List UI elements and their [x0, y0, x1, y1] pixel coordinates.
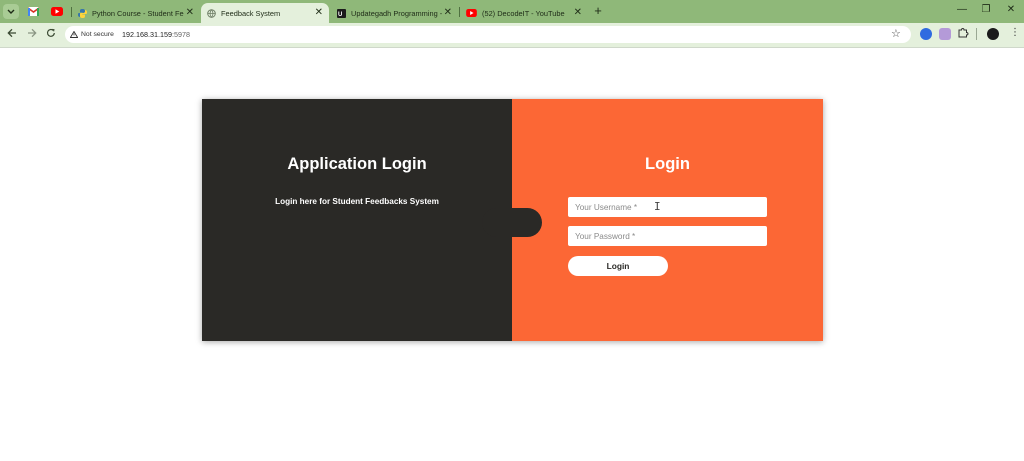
tab-youtube-decodeit[interactable]: (52) DecodeIT - YouTube ✕ [460, 3, 588, 23]
url-port: :5978 [171, 30, 190, 39]
globe-icon [207, 8, 216, 18]
close-icon[interactable]: ✕ [315, 7, 323, 18]
extension-blue-icon[interactable] [920, 28, 932, 40]
toolbar-separator [976, 28, 977, 40]
minimize-icon[interactable]: — [953, 4, 971, 15]
svg-text:U: U [338, 12, 342, 18]
right-panel: Login Login [512, 99, 823, 341]
login-card: Application Login Login here for Student… [202, 99, 823, 341]
url-text[interactable]: 192.168.31.159:5978 [122, 29, 190, 40]
chevron-down-icon [7, 9, 15, 14]
tab-updategadh[interactable]: U Updategadh Programming - U ✕ [331, 3, 458, 23]
menu-kebab-icon[interactable]: ⋮ [1010, 27, 1020, 38]
reload-icon[interactable] [44, 28, 58, 42]
login-button[interactable]: Login [568, 256, 668, 276]
new-tab-plus-icon[interactable]: + [591, 4, 605, 18]
extensions-puzzle-icon[interactable] [958, 27, 969, 41]
close-icon[interactable]: ✕ [574, 7, 582, 18]
tab-strip: Python Course - Student Feedb ✕ Feedback… [0, 0, 1024, 23]
tab-python-course[interactable]: Python Course - Student Feedb ✕ [72, 3, 200, 23]
warning-triangle-icon [70, 31, 78, 38]
extension-purple-icon[interactable] [939, 28, 951, 40]
youtube-icon [51, 7, 63, 16]
tab-title: Feedback System [221, 8, 281, 18]
username-input[interactable] [568, 197, 767, 217]
pinned-tab-youtube[interactable] [48, 4, 66, 19]
tab-title: (52) DecodeIT - YouTube [482, 8, 565, 18]
security-indicator[interactable]: Not secure [70, 29, 114, 40]
pinned-tab-gmail[interactable] [24, 4, 42, 19]
tab-title: Updategadh Programming - U [351, 8, 442, 18]
panel-connector-tab [482, 208, 542, 237]
bookmark-star-icon[interactable]: ☆ [891, 27, 901, 40]
url-host: 192.168.31.159 [122, 30, 172, 39]
close-icon[interactable]: ✕ [444, 7, 452, 18]
restore-icon[interactable]: ❐ [977, 4, 995, 15]
address-bar[interactable] [65, 26, 911, 43]
application-login-heading: Application Login [287, 155, 427, 173]
forward-arrow-icon[interactable] [25, 28, 39, 42]
youtube-icon [466, 9, 477, 17]
tab-search-button[interactable] [3, 4, 19, 19]
back-arrow-icon[interactable] [5, 28, 19, 42]
tab-title: Python Course - Student Feedb [92, 8, 184, 18]
python-icon [78, 8, 87, 18]
updategadh-icon: U [337, 8, 346, 18]
not-secure-label: Not secure [81, 31, 114, 38]
gmail-icon [27, 7, 39, 16]
left-panel: Application Login Login here for Student… [202, 99, 512, 341]
toolbar-divider [0, 47, 1024, 48]
tab-feedback-system[interactable]: Feedback System ✕ [201, 3, 329, 23]
window-close-icon[interactable]: ✕ [1002, 4, 1020, 15]
password-input[interactable] [568, 226, 767, 246]
profile-avatar[interactable] [987, 28, 999, 40]
login-subtitle: Login here for Student Feedbacks System [275, 197, 439, 206]
login-heading: Login [645, 155, 690, 173]
close-icon[interactable]: ✕ [186, 7, 194, 18]
text-cursor-icon: I [654, 200, 661, 213]
